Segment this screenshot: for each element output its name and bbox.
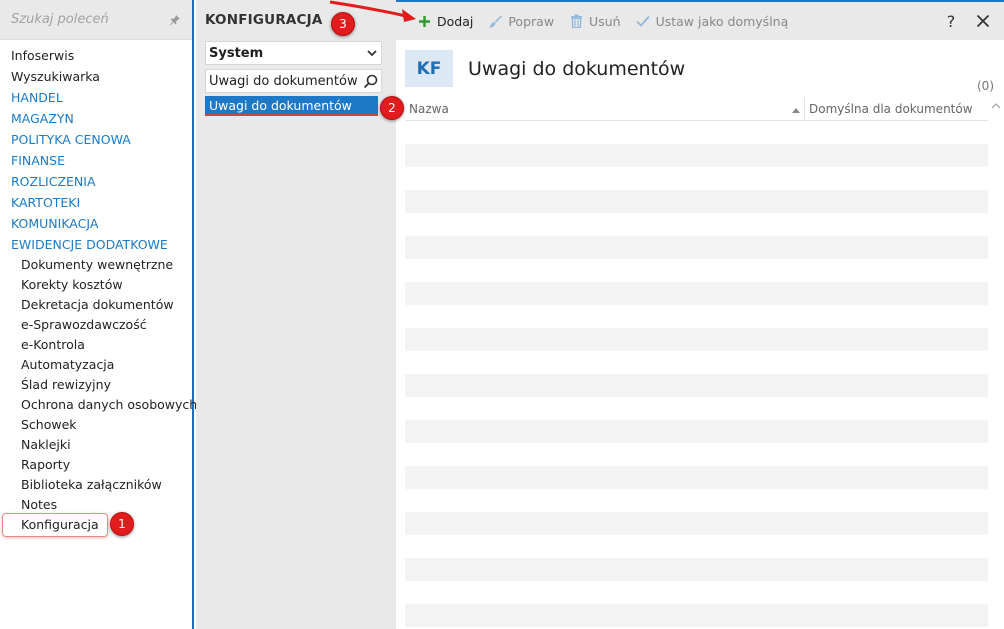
trash-icon	[568, 13, 584, 29]
record-count: (0)	[977, 79, 994, 93]
scroll-up-icon[interactable]	[991, 101, 1001, 111]
sidebar-item-polityka-cenowa[interactable]: POLITYKA CENOWA	[0, 129, 192, 150]
page-header: KF Uwagi do dokumentów	[405, 50, 685, 87]
sidebar-item-ochrona-danych-osobowych[interactable]: Ochrona danych osobowych	[0, 395, 197, 415]
sidebar-item-e-kontrola[interactable]: e-Kontrola	[0, 335, 192, 355]
table-row	[405, 305, 988, 328]
sidebar-item-rozliczenia[interactable]: ROZLICZENIA	[0, 171, 192, 192]
table-row	[405, 167, 988, 190]
table-row	[405, 213, 988, 236]
command-search-input[interactable]: Szukaj poleceń	[11, 12, 168, 27]
step-marker-2: 2	[380, 96, 404, 120]
sidebar-item-biblioteka-załączników[interactable]: Biblioteka załączników	[0, 475, 192, 495]
pin-icon[interactable]	[168, 13, 182, 27]
tree-item-uwagi-do-dokumentow[interactable]: Uwagi do dokumentów	[205, 96, 378, 116]
set-default-button-label: Ustaw jako domyślną	[655, 13, 789, 29]
delete-button-label: Usuń	[589, 13, 621, 29]
table-row	[405, 420, 988, 443]
table-row	[405, 236, 988, 259]
column-header-domyslna[interactable]: Domyślna dla dokumentów	[805, 98, 988, 120]
table-row	[405, 144, 988, 167]
module-select[interactable]: System	[205, 41, 382, 65]
help-button[interactable]: ?	[942, 12, 960, 31]
table-row	[405, 512, 988, 535]
sidebar-item-konfiguracja[interactable]: Konfiguracja	[0, 515, 192, 535]
table-row	[405, 282, 988, 305]
table-row	[405, 558, 988, 581]
table-row	[405, 535, 988, 558]
sort-ascending-icon[interactable]	[792, 102, 800, 116]
step-marker-1: 1	[110, 512, 134, 536]
sidebar-item-dekretacja-dokumentów[interactable]: Dekretacja dokumentów	[0, 295, 192, 315]
sidebar-item-naklejki[interactable]: Naklejki	[0, 435, 192, 455]
sidebar-item-e-sprawozdawczość[interactable]: e-Sprawozdawczość	[0, 315, 192, 335]
navigation-sidebar: Szukaj poleceń Infoserwis Wyszukiwarka HAN…	[0, 0, 197, 629]
search-icon[interactable]	[359, 74, 381, 89]
column-header-label: Domyślna dla dokumentów	[809, 102, 973, 116]
column-header-nazwa[interactable]: Nazwa	[405, 98, 805, 120]
table-row	[405, 121, 988, 144]
module-select-value: System	[209, 45, 264, 61]
table-row	[405, 190, 988, 213]
sidebar-item-handel[interactable]: HANDEL	[0, 87, 192, 108]
set-default-button[interactable]: Ustaw jako domyślną	[635, 13, 789, 29]
table-row	[405, 604, 988, 627]
sidebar-item-automatyzacja[interactable]: Automatyzacja	[0, 355, 192, 375]
sidebar-item-kartoteki[interactable]: KARTOTEKI	[0, 192, 192, 213]
grid-header: Nazwa Domyślna dla dokumentów	[405, 98, 988, 121]
grid-body	[405, 121, 988, 627]
records-grid: Nazwa Domyślna dla dokumentów	[405, 98, 988, 627]
sidebar-item-ewidencje-dodatkowe[interactable]: EWIDENCJE DODATKOWE	[0, 234, 192, 255]
main-content: KF Uwagi do dokumentów (0) Nazwa Domyśln…	[396, 40, 1004, 629]
delete-button[interactable]: Usuń	[568, 13, 621, 29]
edit-button[interactable]: Popraw	[487, 13, 554, 29]
table-row	[405, 351, 988, 374]
sidebar-item-infoserwis[interactable]: Infoserwis	[0, 45, 192, 66]
navigation-list: Infoserwis Wyszukiwarka HANDEL MAGAZYN POLIT…	[0, 40, 197, 535]
command-search[interactable]: Szukaj poleceń	[0, 0, 192, 40]
close-icon[interactable]	[974, 14, 992, 28]
checkmark-icon	[635, 13, 651, 29]
chevron-down-icon[interactable]	[363, 49, 381, 57]
sidebar-item-korekty-kosztów[interactable]: Korekty kosztów	[0, 275, 192, 295]
filter-input[interactable]: Uwagi do dokumentów	[205, 69, 382, 93]
sidebar-item-schowek[interactable]: Schowek	[0, 415, 192, 435]
column-header-label: Nazwa	[409, 102, 449, 116]
table-row	[405, 397, 988, 420]
add-button-label: Dodaj	[437, 13, 474, 29]
sidebar-item-notes[interactable]: Notes	[0, 495, 192, 515]
edit-button-label: Popraw	[508, 13, 555, 29]
table-row	[405, 443, 988, 466]
table-row	[405, 489, 988, 512]
page-title: Uwagi do dokumentów	[468, 57, 686, 80]
table-row	[405, 259, 988, 282]
sidebar-item-komunikacja[interactable]: KOMUNIKACJA	[0, 213, 192, 234]
configuration-panel: KONFIGURACJA System Uwagi do dokumentów …	[196, 0, 396, 629]
sidebar-item-raporty[interactable]: Raporty	[0, 455, 192, 475]
sidebar-item-wyszukiwarka[interactable]: Wyszukiwarka	[0, 66, 192, 87]
step-marker-3: 3	[331, 12, 355, 36]
brush-icon	[487, 13, 503, 29]
toolbar: Dodaj Popraw Usuń Ustaw jako domyślną ?	[396, 0, 1004, 40]
table-row	[405, 374, 988, 397]
filter-input-value[interactable]: Uwagi do dokumentów	[209, 74, 359, 89]
sidebar-item-finanse[interactable]: FINANSE	[0, 150, 192, 171]
sidebar-item-magazyn[interactable]: MAGAZYN	[0, 108, 192, 129]
table-row	[405, 328, 988, 351]
table-row	[405, 466, 988, 489]
module-badge: KF	[405, 50, 453, 87]
sidebar-item-ślad-rewizyjny[interactable]: Ślad rewizyjny	[0, 375, 192, 395]
table-row	[405, 581, 988, 604]
sidebar-item-dokumenty-wewnętrzne[interactable]: Dokumenty wewnętrzne	[0, 255, 192, 275]
